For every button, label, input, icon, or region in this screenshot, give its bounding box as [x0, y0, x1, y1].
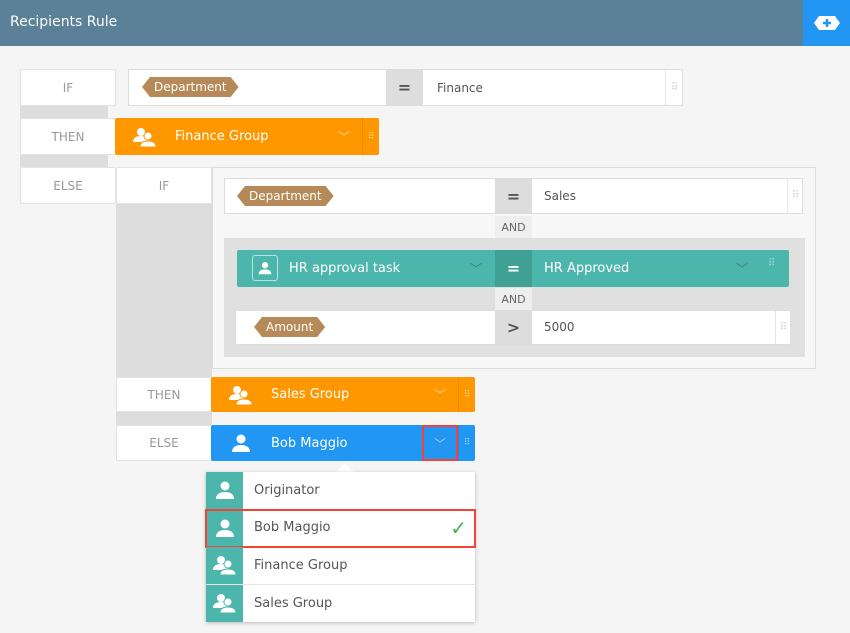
operator-greater-than[interactable]: >: [495, 311, 532, 344]
recipient-name: Bob Maggio: [271, 435, 348, 451]
group-icon: [211, 385, 271, 405]
page-title: Recipients Rule: [10, 14, 118, 30]
item-label: Sales Group: [254, 595, 333, 611]
field-tag[interactable]: Department: [237, 186, 334, 206]
drag-handle[interactable]: ⠿: [787, 179, 802, 213]
nested-then-label: THEN: [116, 377, 212, 412]
operator-equals[interactable]: =: [495, 179, 532, 213]
dropdown-item-originator[interactable]: Originator: [206, 472, 475, 510]
drag-handle[interactable]: ⠿: [775, 311, 790, 344]
operator-equals[interactable]: =: [386, 70, 423, 105]
user-icon: [252, 255, 278, 281]
drag-handle[interactable]: ⠿: [458, 425, 475, 461]
item-label: Finance Group: [254, 557, 348, 573]
recipient-finance-group[interactable]: Finance Group ﹀ ⠿: [115, 118, 379, 155]
field-tag[interactable]: Amount: [254, 317, 325, 337]
chevron-down-icon[interactable]: ﹀: [470, 260, 482, 277]
connector: [20, 155, 108, 167]
recipient-sales-group[interactable]: Sales Group ﹀ ⠿: [211, 377, 475, 412]
user-icon: [206, 509, 243, 546]
item-label: Originator: [254, 482, 320, 498]
dropdown-item-bob-maggio[interactable]: Bob Maggio ✓: [205, 508, 476, 548]
item-label: Bob Maggio: [254, 520, 331, 536]
and-connector[interactable]: AND: [495, 216, 532, 238]
field-tag[interactable]: Department: [142, 77, 239, 97]
nested-else-label: ELSE: [116, 425, 212, 461]
group-icon: [206, 547, 243, 584]
connector: [116, 204, 212, 377]
add-button[interactable]: [803, 0, 850, 46]
recipient-dropdown: Originator Bob Maggio ✓ Finance Group Sal…: [205, 472, 476, 622]
drag-handle[interactable]: ⠿: [665, 70, 682, 105]
user-icon: [211, 433, 271, 453]
if-label: IF: [20, 69, 116, 106]
and-connector[interactable]: AND: [495, 288, 532, 310]
recipient-name: Sales Group: [271, 387, 350, 402]
chevron-down-icon[interactable]: ﹀: [422, 386, 458, 403]
group-icon: [115, 127, 175, 147]
task-field[interactable]: HR approval task: [289, 261, 400, 276]
else-label: ELSE: [20, 167, 116, 204]
dropdown-item-sales-group[interactable]: Sales Group: [206, 584, 475, 622]
connector: [20, 106, 108, 118]
drag-handle[interactable]: ⠿: [768, 258, 775, 269]
condition-value[interactable]: Finance: [437, 81, 483, 95]
recipient-bob-maggio[interactable]: Bob Maggio ﹀ ⠿: [211, 425, 475, 461]
connector: [116, 412, 212, 425]
recipient-name: Finance Group: [175, 129, 269, 144]
add-icon: [813, 16, 840, 30]
drag-handle[interactable]: ⠿: [362, 118, 379, 155]
checkmark-icon: ✓: [450, 515, 467, 540]
chevron-down-icon[interactable]: ﹀: [326, 128, 362, 145]
drag-handle[interactable]: ⠿: [458, 377, 475, 412]
dropdown-caret: [336, 463, 354, 472]
header: [0, 0, 850, 46]
nested-if-label: IF: [116, 167, 212, 204]
then-label: THEN: [20, 118, 116, 155]
task-value[interactable]: HR Approved: [544, 261, 629, 276]
group-icon: [206, 584, 243, 622]
user-icon: [206, 472, 243, 509]
chevron-down-icon[interactable]: ﹀: [736, 260, 748, 277]
chevron-down-icon[interactable]: ﹀: [422, 425, 458, 461]
condition-value[interactable]: 5000: [544, 320, 575, 334]
dropdown-item-finance-group[interactable]: Finance Group: [206, 547, 475, 585]
condition-value[interactable]: Sales: [544, 189, 576, 203]
operator-equals[interactable]: =: [495, 250, 532, 287]
